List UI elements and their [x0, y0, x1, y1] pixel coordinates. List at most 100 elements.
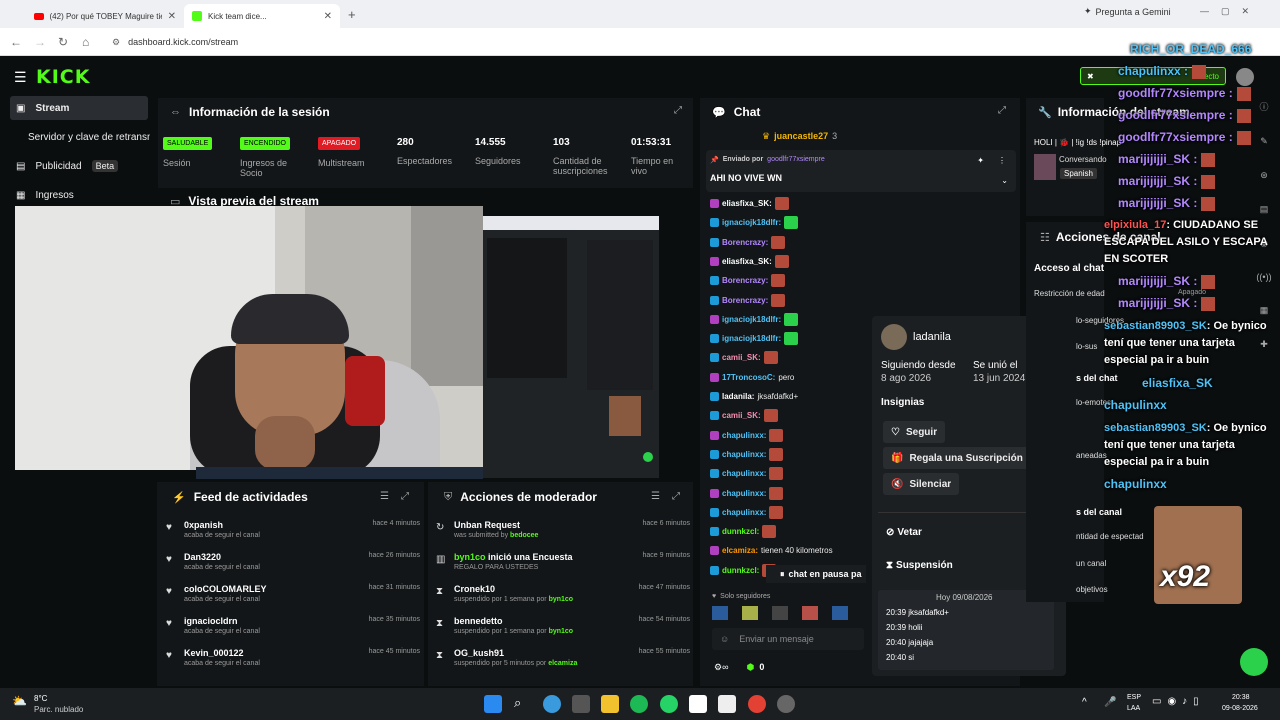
chat-message[interactable]: camii_SK:	[710, 348, 868, 367]
feed-user[interactable]: ignaciocldrn	[184, 616, 238, 626]
chrome-icon[interactable]	[748, 695, 766, 713]
feed-user[interactable]: Kevin_000122	[184, 648, 244, 658]
emote-icon[interactable]	[802, 606, 818, 620]
goals-setting[interactable]: objetivos	[1076, 585, 1108, 594]
subs-only-setting[interactable]: lo-sus	[1076, 342, 1097, 351]
emote-icon[interactable]	[742, 606, 758, 620]
gemini-button[interactable]: ✦ Pregunta a Gemini	[1084, 6, 1171, 17]
chat-message[interactable]: Borencrazy:	[710, 291, 868, 310]
sidebar-item-server-key[interactable]: Servidor y clave de retransn	[10, 125, 150, 149]
mod-row[interactable]: ⧗ Cronek10 suspendido por 1 semana por byn…	[432, 584, 690, 616]
chat-message[interactable]: chapulinxx:	[710, 484, 868, 503]
windows-start-icon[interactable]	[484, 695, 502, 713]
follow-button[interactable]: ♡ Seguir	[883, 421, 946, 443]
chat-message[interactable]: ignaciojk18dlfr:	[710, 329, 868, 348]
chat-message[interactable]: 17TroncosoC: pero	[710, 368, 868, 387]
feed-row[interactable]: ♥ Kevin_000122 acaba de seguir el canal hac…	[162, 648, 420, 680]
chat-username[interactable]: chapulinxx:	[722, 508, 766, 517]
chat-message[interactable]: eliasfixa_SK:	[710, 252, 868, 271]
emote-icon[interactable]	[772, 606, 788, 620]
help-chat-button[interactable]	[1240, 648, 1268, 676]
info-icon[interactable]: ⓘ	[1259, 100, 1268, 113]
close-icon[interactable]: ✕	[168, 11, 176, 22]
chat-message[interactable]: dunnkzcl:	[710, 522, 868, 541]
kick-logo[interactable]: KICK	[36, 66, 90, 88]
mod-row[interactable]: ⧗ OG_kush91 suspendido por 5 minutos por e…	[432, 648, 690, 680]
folder-icon[interactable]	[601, 695, 619, 713]
language-indicator[interactable]: ESP	[1127, 694, 1141, 701]
chat-username[interactable]: eliasfixa_SK:	[722, 199, 772, 208]
url-bar[interactable]: ⚙ dashboard.kick.com/stream	[112, 32, 712, 52]
silence-button[interactable]: 🔇 Silenciar	[883, 473, 960, 495]
whatsapp-icon[interactable]	[660, 695, 678, 713]
weather-temp[interactable]: 8°C	[34, 694, 47, 703]
feed-row[interactable]: ♥ ignaciocldrn acaba de seguir el canal hac…	[162, 616, 420, 648]
chat-username[interactable]: 17TroncosoC:	[722, 373, 775, 382]
chevron-down-icon[interactable]: ⌄	[1001, 176, 1008, 185]
doc-icon[interactable]: ▤	[1260, 204, 1269, 215]
chat-message[interactable]: ignaciojk18dlfr:	[710, 310, 868, 329]
chat-username[interactable]: camii_SK:	[722, 353, 761, 362]
viewer-count-setting[interactable]: ntidad de espectad	[1076, 532, 1144, 541]
chat-username[interactable]: chapulinxx:	[722, 431, 766, 440]
chat-username[interactable]: Borencrazy:	[722, 276, 768, 285]
store-icon[interactable]	[572, 695, 590, 713]
edit-icon[interactable]: ✎	[1260, 136, 1268, 147]
home-icon[interactable]: ⌂	[82, 35, 89, 49]
expand-icon[interactable]: ⤢	[672, 491, 680, 502]
search-icon[interactable]: ⌕	[514, 695, 521, 711]
chat-message[interactable]: chapulinxx:	[710, 445, 868, 464]
chat-paused-banner[interactable]: ⏸ chat en pausa pa	[766, 565, 866, 583]
feed-row[interactable]: ♥ coloCOLOMARLEY acaba de seguir el canal h…	[162, 584, 420, 616]
chat-username[interactable]: eliasfixa_SK:	[722, 257, 772, 266]
chat-username[interactable]: ignaciojk18dlfr:	[722, 218, 781, 227]
raid-setting[interactable]: un canal	[1076, 559, 1106, 568]
spotify-icon[interactable]	[630, 695, 648, 713]
sidebar-item-stream[interactable]: ▣ Stream	[10, 96, 148, 120]
window-controls[interactable]: —▢✕	[1200, 6, 1261, 17]
chat-message[interactable]: elcamiza: tienen 40 kilometros	[710, 541, 868, 560]
sidebar-item-ads[interactable]: ▤ Publicidad Beta	[10, 154, 148, 178]
xbox-icon[interactable]	[689, 695, 707, 713]
expand-icon[interactable]: ⤢	[674, 105, 682, 116]
chat-message[interactable]: camii_SK:	[710, 406, 868, 425]
chat-username[interactable]: chapulinxx:	[722, 450, 766, 459]
filter-icon[interactable]: ☰	[380, 491, 389, 502]
capture-icon[interactable]	[718, 695, 736, 713]
settings-icon[interactable]: ⚙∞	[714, 662, 728, 673]
more-icon[interactable]: ⋮	[998, 156, 1006, 165]
age-restriction[interactable]: Restricción de edad	[1034, 289, 1105, 298]
system-tray-icons[interactable]: ▭◉♪▯	[1152, 696, 1205, 707]
feed-user[interactable]: Dan3220	[184, 552, 221, 562]
forward-icon[interactable]: →	[34, 35, 46, 49]
chat-username[interactable]: dunnkzcl:	[722, 566, 759, 575]
settings-icon[interactable]	[777, 695, 795, 713]
banned-setting[interactable]: aneadas	[1076, 451, 1107, 460]
mod-user[interactable]: byn1co	[454, 552, 486, 562]
chat-message[interactable]: eliasfixa_SK:	[710, 194, 868, 213]
chevron-up-icon[interactable]: ^	[1082, 697, 1087, 708]
chat-username[interactable]: Borencrazy:	[722, 296, 768, 305]
mod-row[interactable]: ↻ Unban Request was submitted by bedocee ha…	[432, 520, 690, 552]
browser-tab-youtube[interactable]: (42) Por qué TOBEY Maguire tie ✕	[26, 4, 184, 28]
gift-sub-button[interactable]: 🎁 Regala una Suscripción	[883, 447, 1031, 469]
chat-username[interactable]: Borencrazy:	[722, 238, 768, 247]
chat-message[interactable]: ignaciojk18dlfr:	[710, 213, 868, 232]
broadcast-icon[interactable]: ((•))	[1256, 272, 1271, 282]
filter-icon[interactable]: ☰	[651, 491, 660, 502]
reload-icon[interactable]: ↻	[58, 35, 68, 49]
emoji-icon[interactable]: ☺	[720, 634, 729, 644]
feed-user[interactable]: coloCOLOMARLEY	[184, 584, 267, 594]
edge-icon[interactable]	[543, 695, 561, 713]
chat-username[interactable]: ignaciojk18dlfr:	[722, 315, 781, 324]
mod-user[interactable]: Unban Request	[454, 520, 520, 530]
chat-message[interactable]: Borencrazy:	[710, 271, 868, 290]
mod-actor[interactable]: bedocee	[510, 532, 538, 539]
mod-row[interactable]: ▥ byn1co inició una Encuesta REGALO PARA U…	[432, 552, 690, 584]
chat-message[interactable]: Borencrazy:	[710, 233, 868, 252]
sidebar-item-income[interactable]: ▦ Ingresos	[10, 183, 148, 207]
chat-username[interactable]: ladanila:	[722, 392, 754, 401]
mod-actor[interactable]: byn1co	[549, 596, 574, 603]
chat-username[interactable]: elcamiza:	[722, 546, 758, 555]
feed-user[interactable]: 0xpanish	[184, 520, 223, 530]
